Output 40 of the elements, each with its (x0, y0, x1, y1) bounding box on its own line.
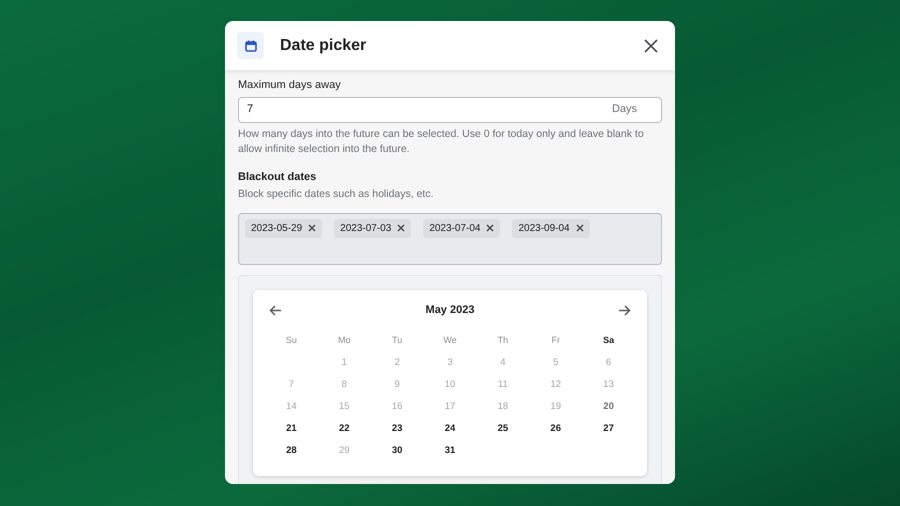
tag-label: 2023-07-04 (429, 222, 480, 236)
weekday-label: Th (498, 334, 508, 346)
day-button[interactable]: 28 (282, 444, 301, 458)
month-title: May 2023 (426, 302, 474, 318)
tags-field[interactable]: 2023-05-29 2023-07-03 2023-07-04 2023-09-04 (238, 212, 662, 265)
weekday-label: Mo (338, 334, 351, 346)
input-field[interactable]: 7 Days (238, 96, 662, 122)
weekday-label: Sa (603, 334, 614, 346)
day-button[interactable]: 31 (440, 444, 460, 458)
weekday-label: Tu (392, 334, 402, 346)
remove-icon[interactable] (486, 224, 494, 232)
dialog-title: Date picker (280, 36, 366, 56)
remove-icon[interactable] (308, 224, 316, 232)
close-icon (644, 38, 658, 52)
day-button[interactable]: 20 (599, 400, 618, 414)
weekday-label: Fr (551, 334, 560, 346)
day-button[interactable]: 24 (440, 422, 460, 436)
input-suffix: Days (612, 102, 637, 118)
day-button[interactable]: 22 (334, 422, 354, 436)
calendar-icon (237, 32, 264, 59)
tag-label: 2023-05-29 (251, 222, 302, 236)
day-button[interactable]: 23 (388, 422, 406, 436)
day-button[interactable]: 27 (599, 422, 618, 436)
tag-label: 2023-07-03 (340, 222, 392, 236)
field-label: Maximum days away (238, 78, 342, 93)
day-button[interactable]: 25 (494, 422, 512, 436)
weekday-label: We (443, 334, 457, 346)
number-input[interactable]: 7 (247, 101, 612, 118)
remove-icon[interactable] (397, 224, 406, 232)
previous-month-icon[interactable] (269, 304, 282, 316)
section-description: Block specific dates such as holidays, etc. (238, 187, 435, 202)
next-month-icon[interactable] (618, 304, 631, 316)
day-button[interactable]: 30 (388, 444, 406, 458)
section-heading: Blackout dates (238, 170, 318, 184)
tag-label: 2023-09-04 (518, 222, 570, 236)
help-text: How many days into the future can be selected. Use 0 for today only and leave blank to allow infinite selection into the future. (238, 126, 645, 156)
weekday-label: Su (286, 334, 297, 346)
day-button[interactable]: 21 (282, 422, 301, 436)
remove-icon[interactable] (576, 224, 584, 232)
day-button[interactable]: 26 (546, 422, 565, 436)
